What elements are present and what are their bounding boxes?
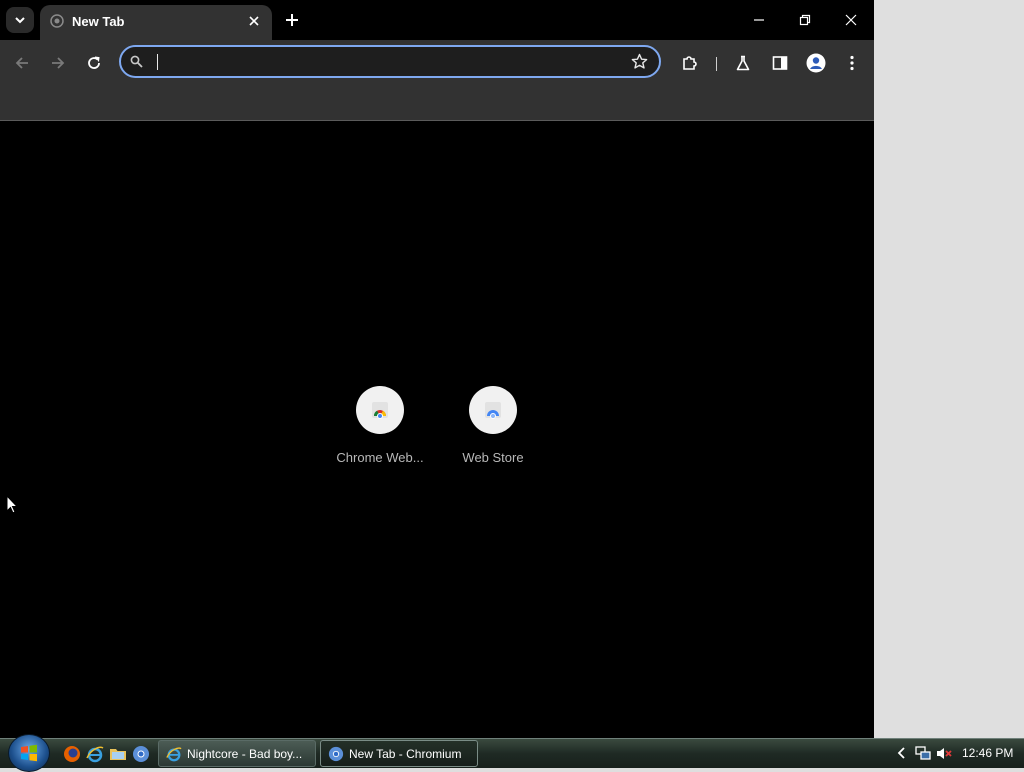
chrome-web-store-icon	[372, 402, 388, 419]
desktop-background	[874, 0, 1024, 738]
reload-button[interactable]	[81, 50, 107, 76]
ie-icon	[166, 747, 182, 762]
start-button[interactable]	[8, 734, 50, 772]
shortcut-label: Web Store	[462, 450, 524, 465]
network-icon[interactable]	[915, 746, 931, 761]
ie-icon[interactable]	[86, 745, 104, 763]
window-close-button[interactable]	[828, 0, 874, 40]
restore-icon	[799, 14, 811, 26]
chevron-down-icon	[15, 17, 25, 24]
shortcut-chrome-web-store[interactable]: Chrome Web...	[324, 386, 436, 465]
volume-muted-icon[interactable]	[936, 746, 952, 761]
tab-close-button[interactable]	[244, 11, 264, 31]
back-button[interactable]	[9, 50, 35, 76]
new-tab-button[interactable]	[282, 10, 302, 30]
search-icon	[130, 55, 143, 68]
labs-button[interactable]	[730, 50, 756, 76]
address-bar[interactable]	[119, 45, 661, 78]
profile-button[interactable]	[803, 50, 829, 76]
tab-new-tab[interactable]: New Tab	[40, 5, 272, 40]
bookmark-star-icon[interactable]	[631, 53, 648, 70]
address-input[interactable]	[155, 51, 619, 75]
firefox-icon[interactable]	[63, 745, 81, 763]
new-tab-page: Chrome Web... Web Store	[0, 121, 874, 738]
avatar-icon	[806, 53, 826, 73]
shortcut-icon-circle	[469, 386, 517, 434]
windows-logo-icon	[21, 744, 37, 762]
menu-button[interactable]	[839, 50, 865, 76]
folder-icon[interactable]	[109, 745, 127, 763]
restore-button[interactable]	[782, 0, 828, 40]
more-vertical-icon	[850, 55, 854, 71]
shortcut-web-store[interactable]: Web Store	[437, 386, 549, 465]
close-icon	[845, 14, 857, 26]
side-panel-icon	[772, 56, 788, 70]
mouse-cursor-icon	[6, 495, 18, 514]
taskbar-button-label: Nightcore - Bad boy...	[187, 747, 303, 761]
chevron-left-icon[interactable]	[896, 746, 908, 760]
plus-icon	[286, 14, 298, 26]
chromium-icon	[328, 746, 344, 762]
web-store-icon	[485, 402, 501, 419]
side-panel-button[interactable]	[767, 50, 793, 76]
browser-window: New Tab Chrome Web... Web Store	[0, 0, 874, 738]
reload-icon	[88, 56, 100, 69]
tab-search-button[interactable]	[6, 7, 34, 33]
clock[interactable]: 12:46 PM	[962, 746, 1013, 760]
minimize-button[interactable]	[736, 0, 782, 40]
shortcut-label: Chrome Web...	[336, 450, 424, 465]
toolbar	[0, 40, 874, 86]
extensions-button[interactable]	[677, 50, 703, 76]
arrow-right-icon	[52, 57, 65, 69]
close-icon	[249, 16, 259, 26]
flask-icon	[736, 55, 750, 71]
taskbar-button-chromium[interactable]: New Tab - Chromium	[320, 740, 478, 767]
minimize-icon	[754, 19, 764, 21]
arrow-left-icon	[15, 57, 28, 69]
taskbar-button-label: New Tab - Chromium	[349, 747, 462, 761]
forward-button[interactable]	[45, 50, 71, 76]
puzzle-icon	[683, 56, 697, 70]
bookmarks-bar	[0, 86, 874, 121]
chromium-icon[interactable]	[132, 745, 150, 763]
taskbar-button-ie[interactable]: Nightcore - Bad boy...	[158, 740, 316, 767]
tab-strip: New Tab	[0, 0, 874, 40]
taskbar: Nightcore - Bad boy... New Tab - Chromiu…	[0, 734, 1024, 772]
toolbar-separator	[716, 57, 717, 71]
globe-icon	[50, 14, 64, 28]
text-caret	[157, 54, 158, 70]
shortcut-icon-circle	[356, 386, 404, 434]
tab-title: New Tab	[72, 14, 125, 29]
